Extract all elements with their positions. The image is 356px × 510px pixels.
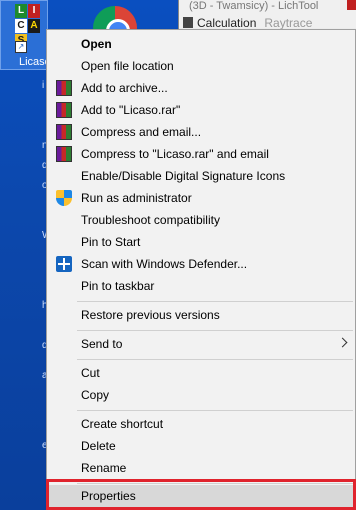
menu-item-open-file-location[interactable]: Open file location [48, 55, 354, 77]
menu-item-add-to-rar[interactable]: Add to "Licaso.rar" [48, 99, 354, 121]
menu-item-label: Pin to Start [81, 235, 141, 249]
menu-item-pin-to-taskbar[interactable]: Pin to taskbar [48, 275, 354, 297]
menu-separator [77, 301, 353, 302]
toolbar-raytrace[interactable]: Raytrace [264, 16, 312, 30]
menu-item-compress-and-email[interactable]: Compress and email... [48, 121, 354, 143]
menu-item-cut[interactable]: Cut [48, 362, 354, 384]
menu-item-add-to-archive[interactable]: Add to archive... [48, 77, 354, 99]
menu-separator [77, 410, 353, 411]
menu-item-label: Pin to taskbar [81, 279, 155, 293]
tile: A [28, 19, 40, 33]
tile: L [15, 4, 27, 18]
toolbar-calculation[interactable]: Calculation [197, 16, 256, 30]
menu-separator [77, 330, 353, 331]
menu-separator [77, 359, 353, 360]
winrar-icon [56, 146, 72, 162]
highlight-frame [46, 479, 356, 510]
chevron-right-icon [337, 337, 348, 348]
winrar-icon [56, 124, 72, 140]
menu-item-compress-to-rar-and-email[interactable]: Compress to "Licaso.rar" and email [48, 143, 354, 165]
menu-item-run-as-administrator[interactable]: Run as administrator [48, 187, 354, 209]
menu-item-label: Copy [81, 388, 110, 402]
tile: C [15, 19, 27, 33]
windows-defender-icon [56, 256, 72, 272]
menu-item-label: Enable/Disable Digital Signature Icons [81, 169, 286, 183]
menu-item-digital-signature-icons[interactable]: Enable/Disable Digital Signature Icons [48, 165, 354, 187]
menu-item-label: Rename [81, 461, 127, 475]
uac-shield-icon [56, 190, 72, 206]
window-title: (3D - Twamsicy) - LichTool [189, 0, 319, 12]
menu-item-label: Compress to "Licaso.rar" and email [81, 147, 269, 161]
menu-item-rename[interactable]: Rename [48, 457, 354, 479]
menu-item-label: Troubleshoot compatibility [81, 213, 220, 227]
menu-item-delete[interactable]: Delete [48, 435, 354, 457]
menu-item-label: Open [81, 37, 112, 51]
menu-item-label: Open file location [81, 59, 174, 73]
calculator-icon [183, 17, 193, 28]
menu-item-send-to[interactable]: Send to [48, 333, 354, 355]
licaso-desktop-icon[interactable]: L I C A S ↗ Licaso [0, 0, 51, 70]
menu-item-pin-to-start[interactable]: Pin to Start [48, 231, 354, 253]
menu-item-label: Cut [81, 366, 100, 380]
menu-item-restore-previous-versions[interactable]: Restore previous versions [48, 304, 354, 326]
winrar-icon [56, 102, 72, 118]
menu-item-create-shortcut[interactable]: Create shortcut [48, 413, 354, 435]
menu-item-label: Send to [81, 337, 123, 351]
menu-item-label: Restore previous versions [81, 308, 220, 322]
menu-item-label: Run as administrator [81, 191, 192, 205]
menu-item-copy[interactable]: Copy [48, 384, 354, 406]
menu-item-label: Add to "Licaso.rar" [81, 103, 181, 117]
tile: I [28, 4, 40, 18]
shortcut-arrow-icon: ↗ [15, 41, 27, 53]
licaso-app-icon: L I C A S [15, 4, 41, 48]
window-toolbar: Calculation Raytrace [183, 16, 312, 30]
menu-item-label: Scan with Windows Defender... [81, 257, 248, 271]
window-close-icon[interactable] [347, 0, 356, 10]
menu-item-label: Compress and email... [81, 125, 202, 139]
menu-item-label: Add to archive... [81, 81, 168, 95]
menu-item-label: Delete [81, 439, 116, 453]
menu-item-troubleshoot-compatibility[interactable]: Troubleshoot compatibility [48, 209, 354, 231]
partial-desktop-text: i [42, 80, 45, 91]
menu-item-open[interactable]: Open [48, 33, 354, 55]
context-menu: Open Open file location Add to archive..… [46, 29, 356, 510]
menu-item-scan-with-defender[interactable]: Scan with Windows Defender... [48, 253, 354, 275]
winrar-icon [56, 80, 72, 96]
menu-item-label: Create shortcut [81, 417, 164, 431]
